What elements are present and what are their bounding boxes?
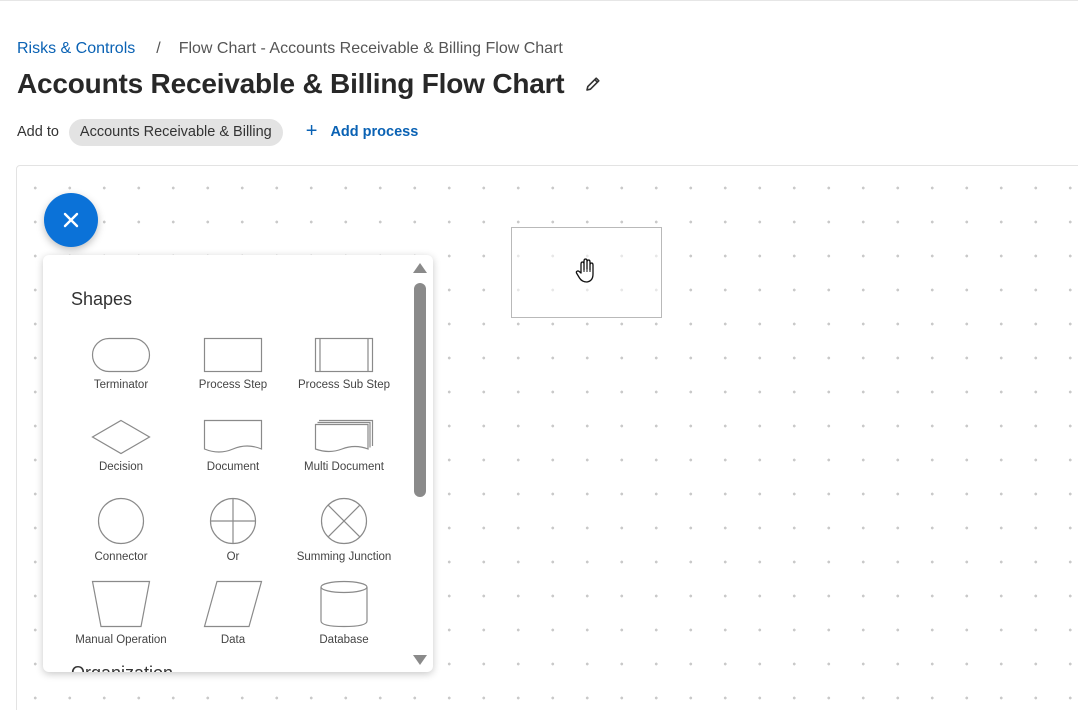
pencil-icon [586,77,601,91]
shape-label: Decision [98,461,144,473]
database-shape-icon [320,580,368,628]
decision-shape-icon [91,419,151,455]
manual-operation-shape-icon [91,580,151,628]
shape-label: Multi Document [304,461,384,473]
shape-terminator[interactable]: Terminator [61,337,181,391]
process-chip[interactable]: Accounts Receivable & Billing [68,118,283,146]
shape-decision[interactable]: Decision [61,419,181,473]
close-icon [63,212,79,228]
connector-shape-icon [97,497,145,545]
hand-cursor-icon [575,258,594,283]
organization-heading: Organization [71,663,173,672]
add-process-label: Add process [330,124,419,140]
breadcrumb: Risks & Controls / Flow Chart - Accounts… [17,39,563,59]
shape-connector[interactable]: Connector [61,497,181,563]
top-divider [0,0,1078,1]
title-row: Accounts Receivable & Billing Flow Chart [17,66,605,102]
shape-label: Or [226,551,240,563]
shape-multi-document[interactable]: Multi Document [284,419,404,473]
shape-label: Process Step [198,379,268,391]
breadcrumb-separator: / [156,40,161,57]
shape-process-step[interactable]: Process Step [173,337,293,391]
or-shape-icon [209,497,257,545]
scroll-down-arrow-icon[interactable] [412,654,428,666]
plus-icon: + [305,120,318,142]
edit-title-button[interactable] [581,72,605,96]
shape-database[interactable]: Database [284,580,404,646]
shape-or[interactable]: Or [173,497,293,563]
breadcrumb-current: Flow Chart - Accounts Receivable & Billi… [178,40,563,57]
shape-label: Manual Operation [75,634,167,646]
shape-label: Document [206,461,260,473]
shape-label: Connector [94,551,148,563]
multi-document-shape-icon [314,419,374,453]
shape-data[interactable]: Data [173,580,293,646]
shape-summing-junction[interactable]: Summing Junction [284,497,404,563]
add-process-button[interactable]: + Add process [305,120,419,142]
shape-manual-operation[interactable]: Manual Operation [61,580,181,646]
shapes-palette: Shapes Terminator Process Step Process S… [43,255,433,672]
shape-label: Process Sub Step [297,379,391,391]
document-shape-icon [203,419,263,453]
terminator-shape-icon [91,337,151,373]
summing-junction-shape-icon [320,497,368,545]
shape-process-sub-step[interactable]: Process Sub Step [284,337,404,391]
scroll-up-arrow-icon[interactable] [412,262,428,274]
breadcrumb-risks-controls-link[interactable]: Risks & Controls [17,40,135,58]
add-to-row: Add to Accounts Receivable & Billing + A… [17,118,418,146]
shape-label: Summing Junction [296,551,392,563]
data-shape-icon [203,580,263,628]
process-step-shape-icon [203,337,263,373]
palette-scrollbar-thumb[interactable] [414,283,426,497]
shape-document[interactable]: Document [173,419,293,473]
shapes-heading: Shapes [71,289,133,309]
close-palette-button[interactable] [44,193,98,247]
page-title: Accounts Receivable & Billing Flow Chart [17,68,565,99]
shape-label: Database [319,634,369,646]
shape-label: Data [220,634,246,646]
shape-label: Terminator [93,379,149,391]
process-sub-step-shape-icon [314,337,374,373]
add-to-label: Add to [17,124,59,140]
